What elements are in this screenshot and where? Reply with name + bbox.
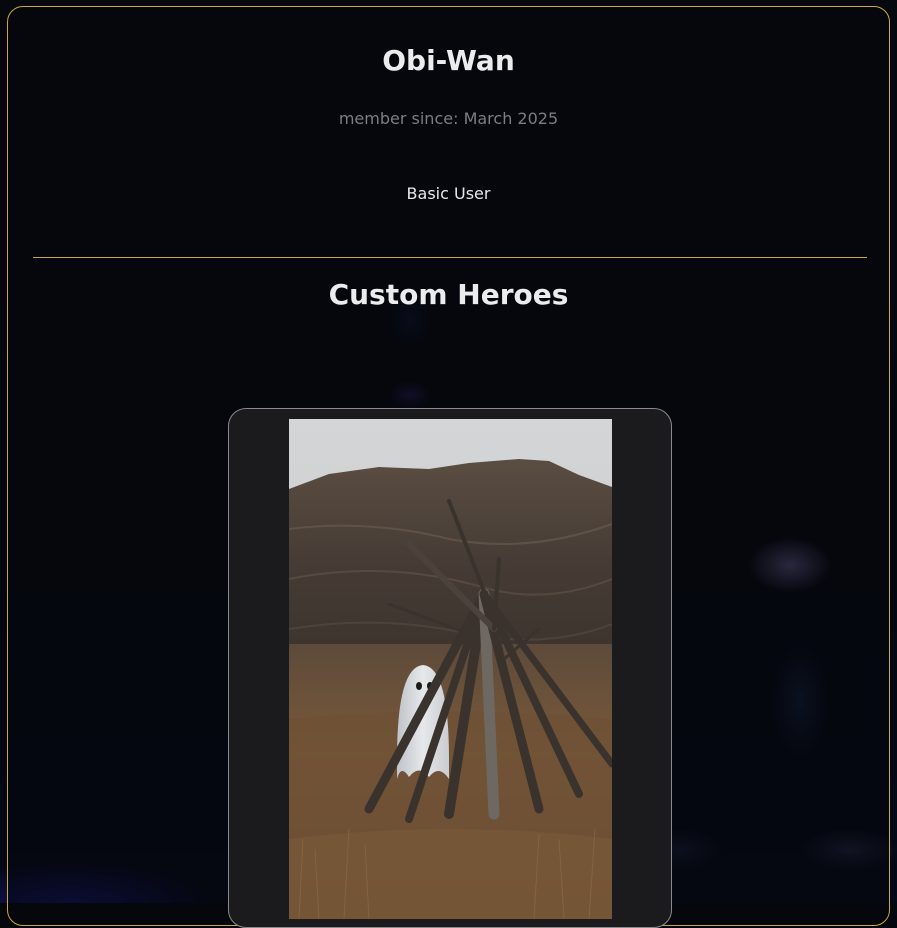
hero-card[interactable] (228, 408, 672, 928)
section-divider (33, 257, 867, 258)
member-since-text: member since: March 2025 (338, 109, 559, 128)
hero-image (289, 419, 612, 919)
user-role-label: Basic User (406, 184, 491, 203)
profile-username: Obi-Wan (382, 44, 515, 77)
custom-heroes-title: Custom Heroes (328, 278, 569, 311)
